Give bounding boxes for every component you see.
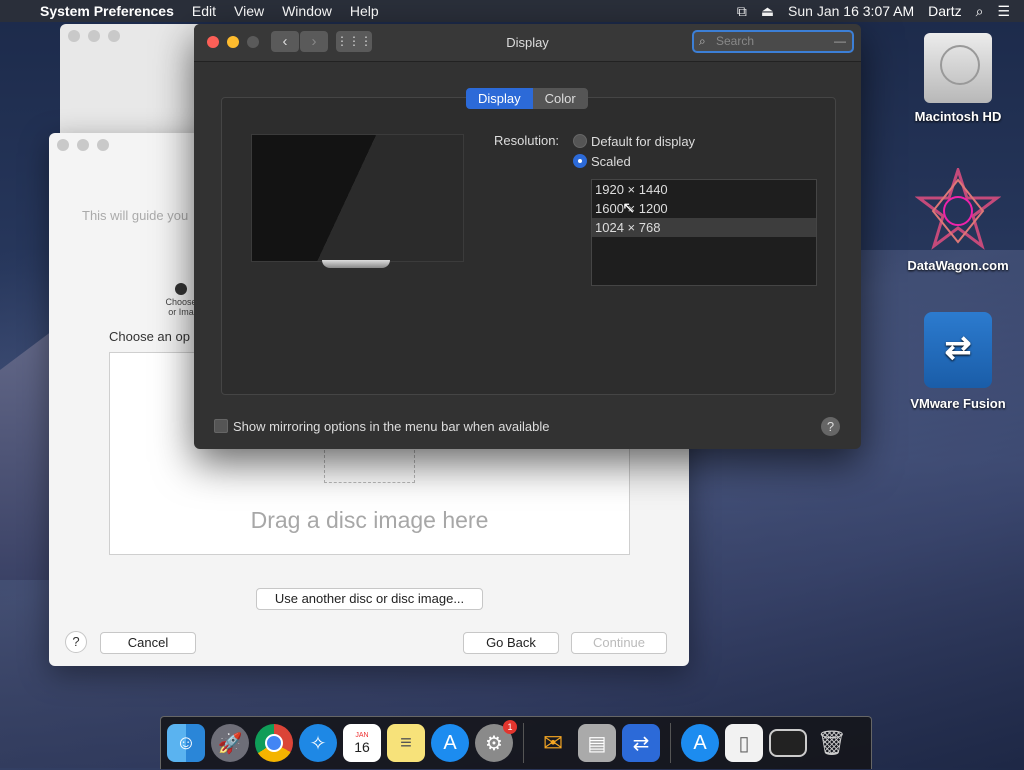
safari-icon[interactable]: ✧ xyxy=(299,724,337,762)
calendar-day: 16 xyxy=(354,738,370,755)
menu-app-name[interactable]: System Preferences xyxy=(40,3,174,19)
zoom-icon[interactable] xyxy=(97,139,109,151)
menu-clock[interactable]: Sun Jan 16 3:07 AM xyxy=(788,3,914,19)
system-preferences-icon[interactable]: ⚙ 1 xyxy=(475,720,517,762)
radio-scaled[interactable] xyxy=(573,154,587,168)
mouse-cursor-icon: ↖ xyxy=(622,200,636,217)
desktop-icon-vmware-fusion[interactable]: ⇄ VMware Fusion xyxy=(903,312,1013,411)
search-icon: ⌕ xyxy=(699,34,706,48)
mirroring-option[interactable]: Show mirroring options in the menu bar w… xyxy=(214,419,550,434)
vmware-fusion-dock-icon[interactable]: ⇄ xyxy=(622,724,660,762)
menu-view[interactable]: View xyxy=(234,3,264,19)
launchpad-icon[interactable]: 🚀 xyxy=(211,724,249,762)
spotlight-search-icon[interactable]: ⌕ xyxy=(976,3,984,20)
menu-user[interactable]: Dartz xyxy=(928,3,961,19)
radio-default-for-display[interactable] xyxy=(573,134,587,148)
use-another-disc-button[interactable]: Use another disc or disc image... xyxy=(256,588,483,610)
zoom-icon[interactable] xyxy=(108,30,120,42)
help-button[interactable]: ? xyxy=(65,631,87,653)
resolution-row-selected[interactable]: 1024 × 768 xyxy=(592,218,816,237)
screen-mirroring-icon[interactable]: ⧉ xyxy=(737,3,747,20)
tab-color[interactable]: Color xyxy=(532,88,588,109)
dock-separator xyxy=(523,723,524,763)
app-store-download-icon[interactable]: A xyxy=(681,724,719,762)
display-preferences-window: ‹ › ⋮⋮⋮ Display ⌕ Search — Display Color… xyxy=(194,24,861,449)
dock-separator xyxy=(670,723,671,763)
desktop-icon-label: Macintosh HD xyxy=(914,109,1002,124)
installer-disk-icon[interactable]: ▤ xyxy=(578,724,616,762)
menu-help[interactable]: Help xyxy=(350,3,379,19)
menu-window[interactable]: Window xyxy=(282,3,332,19)
search-dash: — xyxy=(834,34,846,48)
title-bar: ‹ › ⋮⋮⋮ Display ⌕ Search — xyxy=(194,24,861,62)
calendar-icon[interactable]: JAN 16 xyxy=(343,724,381,762)
notification-center-icon[interactable]: ☰ xyxy=(997,3,1010,20)
monitor-sheen xyxy=(252,135,463,261)
step-bullet-icon xyxy=(175,283,187,295)
close-icon[interactable] xyxy=(57,139,69,151)
menu-bar: System Preferences Edit View Window Help… xyxy=(0,0,1024,22)
document-icon[interactable]: ▯ xyxy=(725,724,763,762)
eject-icon[interactable]: ⏏ xyxy=(761,3,774,20)
calendar-month: JAN xyxy=(355,731,369,739)
installer-intro-text: This will guide you xyxy=(82,208,189,223)
desktop-icon-macintosh-hd[interactable]: Macintosh HD xyxy=(903,33,1013,124)
cancel-button[interactable]: Cancel xyxy=(100,632,196,654)
display-monitor-image xyxy=(251,134,464,262)
option-default-label: Default for display xyxy=(591,134,696,149)
continue-button: Continue xyxy=(571,632,667,654)
trash-icon[interactable]: 🗑 xyxy=(813,724,851,762)
vmware-fusion-icon: ⇄ xyxy=(924,312,992,388)
close-icon[interactable] xyxy=(68,30,80,42)
help-button[interactable]: ? xyxy=(821,417,840,436)
search-field[interactable]: ⌕ Search — xyxy=(692,30,854,53)
dock: ☺ 🚀 ✧ JAN 16 ≡ A ⚙ 1 ✉ ▤ ⇄ A ▯ 🗑 xyxy=(160,716,872,769)
datawagon-star-icon xyxy=(914,165,1002,254)
tab-bar: Display Color xyxy=(466,88,588,109)
desktop-icon-label: VMware Fusion xyxy=(910,396,1006,411)
hard-drive-icon xyxy=(924,33,992,103)
monitor-stand xyxy=(322,260,390,268)
search-placeholder: Search xyxy=(716,34,755,48)
notification-badge: 1 xyxy=(503,720,517,734)
step-label: Choose or Ima xyxy=(165,297,197,317)
finder-icon[interactable]: ☺ xyxy=(167,724,205,762)
tab-display[interactable]: Display xyxy=(466,88,533,109)
notes-icon[interactable]: ≡ xyxy=(387,724,425,762)
mirroring-checkbox[interactable] xyxy=(214,419,228,433)
choose-option-label: Choose an op xyxy=(109,329,190,344)
minimize-icon[interactable] xyxy=(77,139,89,151)
background-window xyxy=(60,24,200,134)
option-scaled-label: Scaled xyxy=(591,154,631,169)
resolution-row[interactable]: 1920 × 1440 xyxy=(592,180,816,199)
resolution-label: Resolution: xyxy=(494,133,560,148)
go-back-button[interactable]: Go Back xyxy=(463,632,559,654)
window-preview-icon[interactable] xyxy=(769,729,807,757)
desktop-icon-label: DataWagon.com xyxy=(907,258,1009,273)
mirroring-label: Show mirroring options in the menu bar w… xyxy=(233,419,550,434)
messaging-app-icon[interactable]: ✉ xyxy=(534,724,572,762)
resolution-list: 1920 × 1440 1600 × 1200 1024 × 768 xyxy=(591,179,817,286)
drop-text: Drag a disc image here xyxy=(250,507,489,533)
chrome-icon[interactable] xyxy=(255,724,293,762)
disc-icon xyxy=(324,450,415,483)
menu-edit[interactable]: Edit xyxy=(192,3,216,19)
minimize-icon[interactable] xyxy=(88,30,100,42)
app-store-icon[interactable]: A xyxy=(431,724,469,762)
desktop-icon-datawagon[interactable]: DataWagon.com xyxy=(903,165,1013,273)
